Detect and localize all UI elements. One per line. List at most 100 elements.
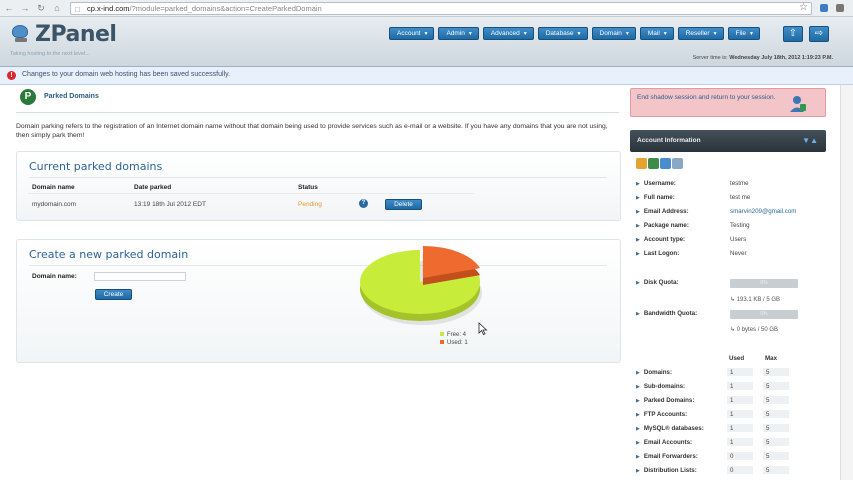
field-email: ▶ Email Address: [636,208,689,215]
disk-quota-bar: 0% [730,279,798,288]
bullet-arrow-icon: ▶ [636,454,640,460]
usage-label: FTP Accounts: [643,411,688,418]
bookmark-star-icon[interactable]: ☆ [799,2,808,13]
usage-row-parked-domains: ▶ Parked Domains: [636,397,694,404]
delete-button[interactable]: Delete [385,199,422,210]
back-icon[interactable]: ← [4,3,14,13]
menu-label: Account [397,30,421,37]
divider [29,177,607,178]
mouse-cursor-icon [478,322,488,335]
bullet-arrow-icon: ▶ [636,468,640,474]
bullet-arrow-icon: ▶ [636,209,640,215]
caret-down-icon: ▼ [712,31,718,37]
menu-mail[interactable]: Mail ▼ [639,27,674,40]
divider [29,265,607,266]
menu-file[interactable]: File ▼ [727,27,760,40]
menu-label: Reseller [685,30,710,37]
usage-max: 5 [766,425,770,432]
create-parked-domain-panel: Create a new parked domain [16,239,621,363]
bullet-arrow-icon: ▶ [636,223,640,229]
bullet-arrow-icon: ▶ [636,440,640,446]
user-icon [790,96,806,112]
usage-label: Sub-domains: [643,383,686,390]
end-shadow-link[interactable]: End shadow session and return to your se… [637,94,787,102]
domain-name-input[interactable] [94,272,186,281]
usage-max: 5 [766,397,770,404]
field-value: Never [730,250,747,257]
usage-used: 1 [730,411,734,418]
menu-account[interactable]: Account ▼ [389,27,435,40]
panel-title: Create a new parked domain [29,248,189,261]
usage-used: 0 [730,453,734,460]
extension-icon[interactable] [820,4,828,12]
forward-icon[interactable]: → [20,3,30,13]
help-icon[interactable]: ? [359,199,368,208]
menu-admin[interactable]: Admin ▼ [438,27,479,40]
notification-bar: ! Changes to your domain web hosting has… [0,67,853,85]
collapse-toggle-icon[interactable]: ▼▲ [802,136,818,145]
caret-down-icon: ▼ [423,31,429,37]
usage-label: Parked Domains: [643,397,695,404]
usage-label: Email Forwarders: [643,453,698,460]
usage-label: MySQL® databases: [643,425,704,432]
end-shadow-session-box[interactable]: End shadow session and return to your se… [630,88,826,117]
bullet-arrow-icon: ▶ [636,398,640,404]
zpanel-header: ZPanel Taking hosting to the next level.… [0,17,853,67]
field-label: Username: [643,180,676,187]
main-content: P Parked Domains Domain parking refers t… [10,85,625,480]
reload-icon[interactable]: ↻ [36,3,46,13]
wrench-icon[interactable] [836,4,844,12]
field-label: Last Logon: [643,250,680,257]
caret-down-icon: ▼ [467,31,473,37]
logout-button[interactable]: ⇨ [809,26,829,42]
tagline: Taking hosting to the next level... [10,51,90,57]
top-menu: Account ▼ Admin ▼ Advanced ▼ Database ▼ Doma… [389,27,760,40]
bullet-arrow-icon: ▶ [636,280,640,286]
bullet-arrow-icon: ▶ [636,195,640,201]
current-parked-domains-panel: Current parked domains [16,151,621,221]
usage-max: 5 [766,467,770,474]
page-scrollbar[interactable] [840,85,853,480]
usage-header-used: Used [729,355,745,362]
key-icon[interactable] [660,158,671,169]
menu-label: Mail [647,30,660,37]
url-path: /?module=parked_domains&action=CreatePar… [129,4,322,13]
chart-legend: Free: 4 Used: 1 [440,332,468,347]
users-icon[interactable] [672,158,683,169]
home-icon[interactable]: ⌂ [52,3,62,13]
usage-max: 5 [766,453,770,460]
caret-down-icon: ▼ [576,31,582,37]
menu-label: Admin [446,30,465,37]
create-button[interactable]: Create [95,289,132,300]
field-label: Disk Quota: [643,279,679,286]
usage-label: Domains: [643,369,673,376]
arrow-up-button[interactable]: ⇧ [783,26,803,42]
field-value[interactable]: smarvin209@gmail.com [730,208,796,215]
legend-swatch [440,332,444,337]
caret-down-icon: ▼ [624,31,630,37]
address-bar[interactable]: □ cp.x-ind.com/?module=parked_domains&ac… [70,2,812,15]
usage-row-email-accounts: ▶ Email Accounts: [636,439,692,446]
column-header-status: Status [298,184,318,191]
usage-header-max: Max [765,355,778,362]
field-value: testme [730,180,749,187]
menu-reseller[interactable]: Reseller ▼ [677,27,724,40]
bullet-arrow-icon: ▶ [636,181,640,187]
column-header-domain: Domain name [32,184,75,191]
zpanel-logo[interactable]: ZPanel [9,24,117,46]
field-label: Full name: [643,194,675,201]
account-sidebar: End shadow session and return to your se… [630,85,826,480]
usage-used: 0 [730,467,734,474]
menu-database[interactable]: Database ▼ [537,27,588,40]
usage-row-email-forwarders: ▶ Email Forwarders: [636,453,698,460]
usage-row-ftp: ▶ FTP Accounts: [636,411,687,418]
field-value: Testing [730,222,750,229]
panel-title: Current parked domains [29,160,163,173]
menu-advanced[interactable]: Advanced ▼ [482,27,534,40]
user-icon[interactable] [648,158,659,169]
menu-label: Database [545,30,574,37]
column-header-date: Date parked [134,184,172,191]
menu-domain[interactable]: Domain ▼ [591,27,636,40]
usage-used: 1 [730,383,734,390]
home-icon[interactable] [636,158,647,169]
